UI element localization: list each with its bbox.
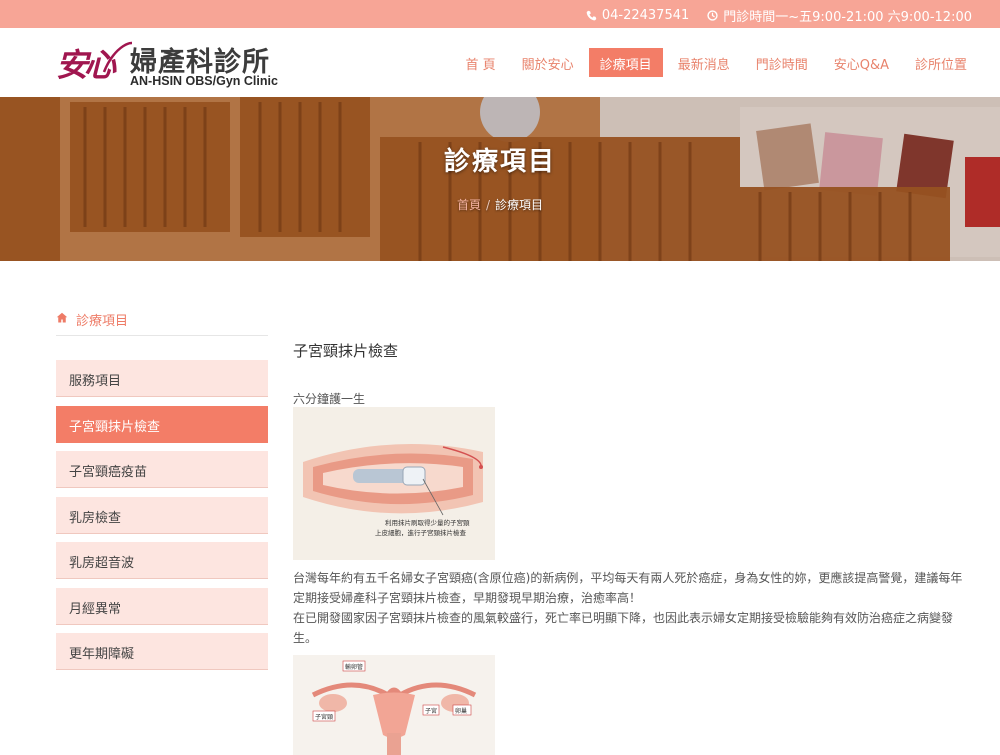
page-banner: 診療項目 首頁 / 診療項目: [0, 97, 1000, 261]
sidebar-item-hpv-vaccine[interactable]: 子宮頸癌疫苗: [56, 451, 268, 488]
phone-info[interactable]: 04-22437541: [586, 8, 689, 23]
main-content: 子宮頸抹片檢查 六分鐘護一生 利用抹片刷取得少量的子宮頸 上皮細胞，進行子宮頸抹…: [293, 340, 973, 755]
hours-info: 門診時間一~五9:00-21:00 六9:00-12:00: [707, 6, 972, 25]
site-header: 安心 婦產科診所 AN-HSIN OBS/Gyn Clinic 首 頁 關於安心…: [0, 28, 1000, 97]
home-icon: [56, 312, 68, 323]
uterus-illustration: 輸卵管 子宮 卵巢 子宮頸: [293, 655, 495, 755]
content-paragraph-1: 台灣每年約有五千名婦女子宮頸癌(含原位癌)的新病例，平均每天有兩人死於癌症，身為…: [293, 571, 963, 605]
nav-about[interactable]: 關於安心: [511, 48, 585, 77]
sidebar-item-menopause[interactable]: 更年期障礙: [56, 633, 268, 670]
breadcrumb: 首頁 / 診療項目: [0, 196, 1000, 213]
label-ovary: 卵巢: [455, 707, 467, 715]
content-heading: 子宮頸抹片檢查: [293, 342, 399, 360]
sidebar-item-breast-ultrasound[interactable]: 乳房超音波: [56, 542, 268, 579]
content-subtitle: 六分鐘護一生: [293, 392, 366, 406]
sidebar-item-pap-smear[interactable]: 子宮頸抹片檢查: [56, 405, 268, 443]
sidebar-item-services[interactable]: 服務項目: [56, 360, 268, 397]
nav-qa[interactable]: 安心Q&A: [823, 48, 900, 77]
phone-icon: [586, 10, 597, 21]
contact-info: 04-22437541 門診時間一~五9:00-21:00 六9:00-12:0…: [586, 6, 972, 25]
nav-location[interactable]: 診所位置: [904, 48, 978, 77]
sidebar-menu: 服務項目 子宮頸抹片檢查 子宮頸癌疫苗 乳房檢查 乳房超音波 月經異常 更年期障…: [56, 360, 268, 679]
clock-icon: [707, 10, 718, 21]
breadcrumb-separator: /: [485, 198, 491, 212]
content-paragraph-2: 在已開發國家因子宮頸抹片檢查的風氣較盛行，死亡率已明顯下降，也因此表示婦女定期接…: [293, 611, 954, 645]
top-bar: 04-22437541 門診時間一~五9:00-21:00 六9:00-12:0…: [0, 0, 1000, 28]
phone-number: 04-22437541: [601, 8, 690, 23]
label-cervix: 子宮頸: [315, 713, 333, 721]
sidebar-title-label: 診療項目: [76, 314, 129, 329]
breadcrumb-home[interactable]: 首頁: [457, 198, 481, 212]
sidebar-item-breast-exam[interactable]: 乳房檢查: [56, 496, 268, 534]
nav-services[interactable]: 診療項目: [588, 48, 663, 77]
clinic-hours: 門診時間一~五9:00-21:00 六9:00-12:00: [723, 10, 972, 25]
label-fallopian-tube: 輸卵管: [345, 663, 363, 671]
nav-hours[interactable]: 門診時間: [745, 48, 819, 77]
main-nav: 首 頁 關於安心 診療項目 最新消息 門診時間 安心Q&A 診所位置: [455, 48, 978, 77]
logo-english-name: AN-HSIN OBS/Gyn Clinic: [130, 74, 278, 88]
pap-smear-illustration: 利用抹片刷取得少量的子宮頸 上皮細胞，進行子宮頸抹片檢查: [293, 407, 495, 560]
content-paragraphs: 台灣每年約有五千名婦女子宮頸癌(含原位癌)的新病例，平均每天有兩人死於癌症，身為…: [293, 568, 973, 648]
sidebar-title: 診療項目: [56, 310, 268, 336]
logo-mark: 安心: [56, 46, 116, 84]
sidebar-item-menstrual[interactable]: 月經異常: [56, 587, 268, 625]
clinic-logo[interactable]: 安心 婦產科診所 AN-HSIN OBS/Gyn Clinic: [56, 36, 286, 92]
illustration-caption-2: 上皮細胞，進行子宮頸抹片檢查: [375, 528, 467, 537]
illustration-caption-1: 利用抹片刷取得少量的子宮頸: [385, 518, 470, 527]
waiting-room-photo: [0, 97, 1000, 261]
breadcrumb-current: 診療項目: [495, 198, 544, 212]
banner-title: 診療項目: [443, 147, 556, 177]
nav-news[interactable]: 最新消息: [667, 48, 741, 77]
label-uterus: 子宮: [425, 707, 437, 715]
nav-home[interactable]: 首 頁: [455, 48, 507, 77]
